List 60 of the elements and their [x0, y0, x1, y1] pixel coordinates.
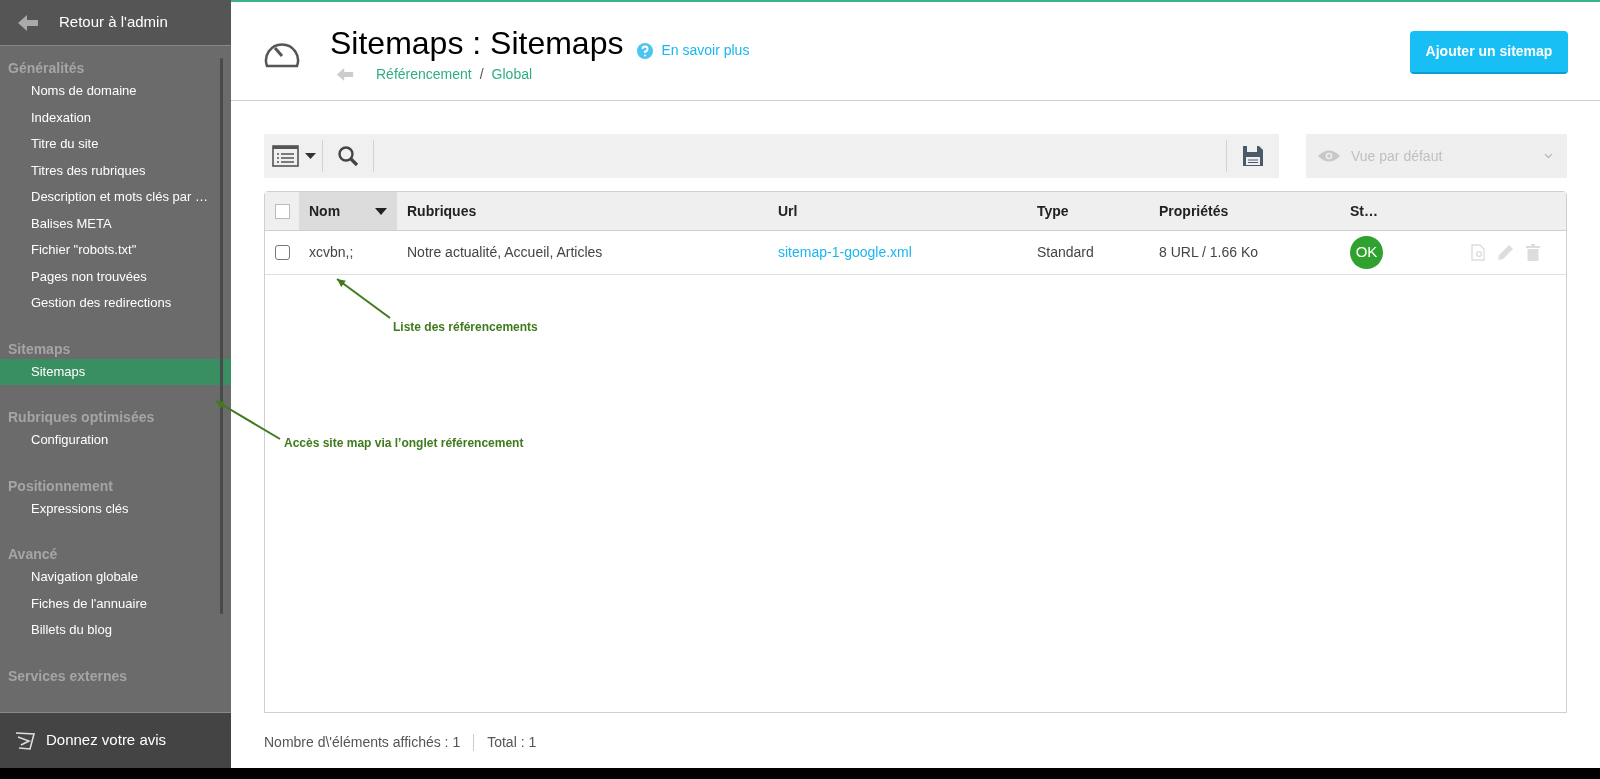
table-cell-text: 8 URL / 1.66 Ko [1158, 243, 1260, 262]
annotation-label: Accès site map via l’onglet référencement [284, 435, 524, 452]
sidebar-item[interactable]: Configuration [0, 427, 231, 454]
preview-icon[interactable] [1471, 244, 1485, 261]
table-cell-text: Standard [1036, 243, 1095, 262]
annotation-label: Liste des référencements [393, 319, 538, 336]
breadcrumb-separator: / [479, 65, 484, 84]
sidebar-item[interactable]: Navigation globale [0, 564, 231, 591]
sidebar-item[interactable]: Description et mots clés par … [0, 184, 231, 211]
column-header[interactable]: Propriétés [1149, 192, 1340, 230]
sidebar-section-title: Sitemaps [7, 339, 72, 359]
select-all-checkbox[interactable] [274, 203, 290, 219]
sidebar-item[interactable]: Pages non trouvées [0, 263, 231, 290]
sidebar-section-title: Positionnement [7, 476, 114, 496]
table-cell-text: xcvbn,; [308, 243, 355, 262]
help-icon [637, 42, 654, 59]
pencil-icon[interactable] [1497, 244, 1514, 261]
eye-icon [1317, 149, 1341, 163]
sidebar-item[interactable]: Titre du site [0, 131, 231, 158]
chevron-down-icon [1544, 153, 1553, 159]
sidebar-item[interactable]: Fiches de l'annuaire [0, 590, 231, 617]
breadcrumb-link[interactable]: Référencement [376, 64, 472, 85]
column-header[interactable]: Type [1027, 192, 1149, 230]
sidebar-item[interactable]: Expressions clés [0, 495, 231, 522]
total-count: Total : 1 [487, 733, 537, 752]
annotation-arrow [336, 278, 391, 319]
arrow-left-icon [18, 14, 38, 31]
sidebar-section-title: Services externes [7, 666, 129, 686]
search-icon [337, 145, 359, 167]
status-badge: OK [1350, 236, 1383, 269]
sidebar-item[interactable]: Fichier "robots.txt" [0, 237, 231, 264]
scrollbar[interactable] [220, 58, 223, 614]
column-header[interactable]: Rubriques [397, 192, 768, 230]
trash-icon[interactable] [1526, 244, 1540, 261]
arrow-left-icon [336, 68, 354, 81]
feedback-button[interactable]: Donnez votre avis [0, 712, 231, 768]
caret-icon [305, 153, 316, 159]
page-title: Sitemaps : Sitemaps [330, 24, 624, 62]
column-header[interactable]: St… [1340, 192, 1440, 230]
sidebar-item[interactable]: Noms de domaine [0, 78, 231, 105]
sidebar-item[interactable]: Titres des rubriques [0, 157, 231, 184]
sidebar-section-title: Généralités [7, 59, 86, 78]
list-icon [272, 145, 299, 167]
sort-caret-icon [375, 207, 387, 215]
table-cell-text: Notre actualité, Accueil, Articles [406, 243, 604, 262]
breadcrumb-link[interactable]: Global [491, 64, 533, 85]
sidebar-item[interactable]: Indexation [0, 104, 231, 131]
sidebar-section-title: Avancé [7, 545, 59, 564]
signpost-icon [14, 730, 36, 751]
back-link[interactable]: Retour à l'admin [0, 0, 231, 46]
column-header[interactable]: Nom [299, 192, 397, 230]
row-checkbox[interactable] [274, 245, 290, 260]
sidebar-section-title: Rubriques optimisées [7, 408, 156, 427]
sidebar-item[interactable]: Gestion des redirections [0, 290, 231, 317]
column-header[interactable]: Url [768, 192, 1027, 230]
sidebar-item[interactable]: Balises META [0, 210, 231, 237]
sidebar-item[interactable]: Billets du blog [0, 617, 231, 644]
annotation-arrow [215, 400, 281, 440]
displayed-count: Nombre d\'éléments affichés : 1 [264, 733, 461, 752]
sidebar-item[interactable]: Sitemaps [0, 358, 231, 385]
